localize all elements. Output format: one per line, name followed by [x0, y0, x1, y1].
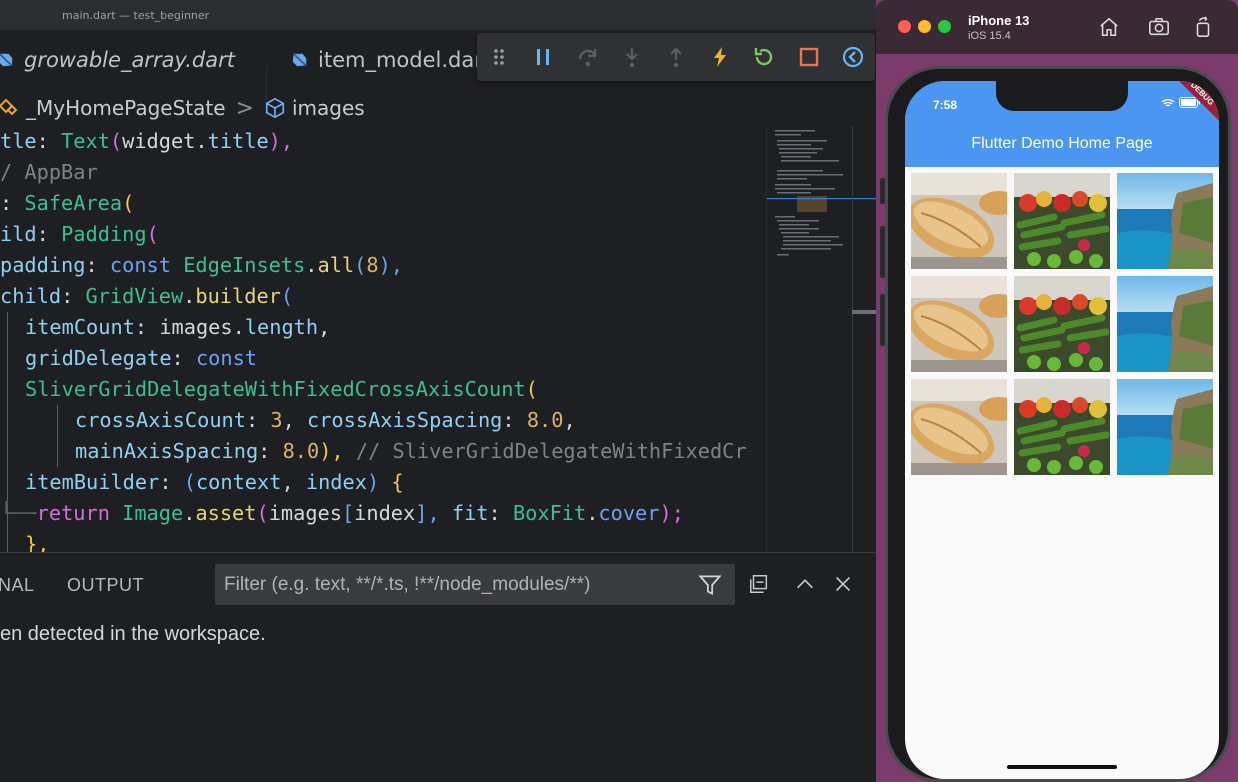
- grid-image-vegetables[interactable]: [1014, 173, 1110, 269]
- grid-image-coast[interactable]: [1117, 379, 1213, 475]
- tab-terminal[interactable]: NAL: [0, 575, 35, 596]
- scrollbar-thumb[interactable]: [852, 310, 876, 314]
- hot-restart-icon[interactable]: [742, 33, 786, 81]
- pause-icon[interactable]: [521, 33, 565, 81]
- code-line-7: itemCount: images.length,: [25, 315, 331, 339]
- tab-growable-array[interactable]: growable_array.dart: [0, 30, 235, 90]
- grid-image-coast[interactable]: [1117, 276, 1213, 372]
- code-line-8: gridDelegate: const: [25, 346, 258, 370]
- code-editor[interactable]: tle: Text(widget.title), / AppBar : Safe…: [0, 126, 766, 552]
- grid-image-bread[interactable]: [911, 173, 1007, 269]
- status-time: 7:58: [933, 98, 958, 112]
- grid-image-vegetables[interactable]: [1014, 379, 1110, 475]
- breadcrumb-field[interactable]: images: [292, 96, 365, 120]
- filter-icon[interactable]: [697, 572, 723, 598]
- minimap[interactable]: [766, 126, 876, 552]
- simulator-os-version: iOS 15.4: [968, 30, 1011, 42]
- code-line-13: └──return Image.asset(images[index], fit…: [0, 501, 684, 525]
- grid-image-bread[interactable]: [911, 276, 1007, 372]
- indent-guide: [57, 405, 58, 467]
- code-line-4: ild: Padding(: [0, 222, 159, 246]
- close-panel-icon[interactable]: [832, 573, 854, 595]
- code-line-11: mainAxisSpacing: 8.0), // SliverGridDele…: [75, 439, 747, 463]
- bottom-panel: NAL OUTPUT en detected in the workspace.: [0, 552, 876, 782]
- collapse-all-icon[interactable]: [748, 573, 770, 595]
- code-line-12: itemBuilder: (context, index) {: [25, 470, 404, 494]
- class-icon: [0, 98, 18, 116]
- wifi-icon: [1161, 98, 1175, 107]
- breadcrumb: _MyHomePageState > images: [0, 90, 876, 126]
- dart-file-icon: [292, 53, 307, 67]
- grid-image-coast[interactable]: [1117, 173, 1213, 269]
- drag-handle-icon[interactable]: [477, 33, 521, 81]
- notch: [996, 81, 1128, 111]
- filter-input[interactable]: [215, 564, 685, 605]
- code-line-1: tle: Text(widget.title),: [0, 129, 294, 153]
- close-window-button[interactable]: [898, 20, 911, 33]
- minimize-window-button[interactable]: [918, 20, 931, 33]
- grid-image-bread[interactable]: [911, 379, 1007, 475]
- minimap-preview: [767, 130, 876, 256]
- breadcrumb-class[interactable]: _MyHomePageState: [26, 96, 226, 120]
- zoom-window-button[interactable]: [938, 20, 951, 33]
- step-into-icon[interactable]: [610, 33, 654, 81]
- field-cube-icon: [265, 97, 285, 119]
- window-titlebar: main.dart — test_beginner: [0, 0, 876, 30]
- code-line-10: crossAxisCount: 3, crossAxisSpacing: 8.0…: [75, 408, 576, 432]
- tab-output[interactable]: OUTPUT: [67, 575, 144, 596]
- grid-image-vegetables[interactable]: [1014, 276, 1110, 372]
- step-over-icon[interactable]: [565, 33, 609, 81]
- tab-label: growable_array.dart: [24, 48, 235, 72]
- code-line-6: child: GridView.builder(: [0, 284, 294, 308]
- code-line-5: padding: const EdgeInsets.all(8),: [0, 253, 404, 277]
- status-icons: [1161, 97, 1201, 108]
- scrollbar-track[interactable]: [852, 126, 853, 552]
- dart-file-icon: [0, 53, 13, 67]
- simulator-titlebar: iPhone 13 iOS 15.4: [876, 0, 1238, 54]
- filter-box: [215, 564, 735, 605]
- stop-icon[interactable]: [787, 33, 831, 81]
- home-icon[interactable]: [1098, 16, 1120, 38]
- code-line-2: / AppBar: [0, 160, 98, 184]
- breadcrumb-separator: >: [235, 95, 254, 121]
- code-line-14: },: [25, 532, 50, 552]
- panel-message: en detected in the workspace.: [0, 623, 266, 645]
- debug-toolbar: [477, 33, 875, 81]
- code-line-9: SliverGridDelegateWithFixedCrossAxisCoun…: [25, 377, 538, 401]
- maximize-panel-icon[interactable]: [794, 573, 816, 595]
- tab-item-model[interactable]: item_model.dart: [290, 30, 491, 90]
- home-indicator[interactable]: [1007, 765, 1117, 769]
- iphone-frame: Flutter Demo Home Page 7:58 DEBUG: [885, 66, 1231, 782]
- hot-reload-icon[interactable]: [698, 33, 742, 81]
- screenshot-icon[interactable]: [1148, 16, 1170, 38]
- app-bar-title: Flutter Demo Home Page: [971, 135, 1153, 152]
- step-out-icon[interactable]: [654, 33, 698, 81]
- phone-screen: Flutter Demo Home Page 7:58 DEBUG: [905, 81, 1219, 779]
- rotate-icon[interactable]: [1192, 16, 1214, 38]
- code-line-3: : SafeArea(: [0, 191, 135, 215]
- vscode-window: main.dart — test_beginner growable_array…: [0, 0, 876, 782]
- image-grid[interactable]: [911, 173, 1213, 475]
- ios-simulator: iPhone 13 iOS 15.4 Flutter Demo Home Pag…: [876, 0, 1238, 782]
- window-title: main.dart — test_beginner: [62, 9, 210, 22]
- simulator-device-name: iPhone 13: [968, 13, 1030, 28]
- devtools-icon[interactable]: [831, 33, 875, 81]
- tab-label: item_model.dart: [318, 48, 492, 72]
